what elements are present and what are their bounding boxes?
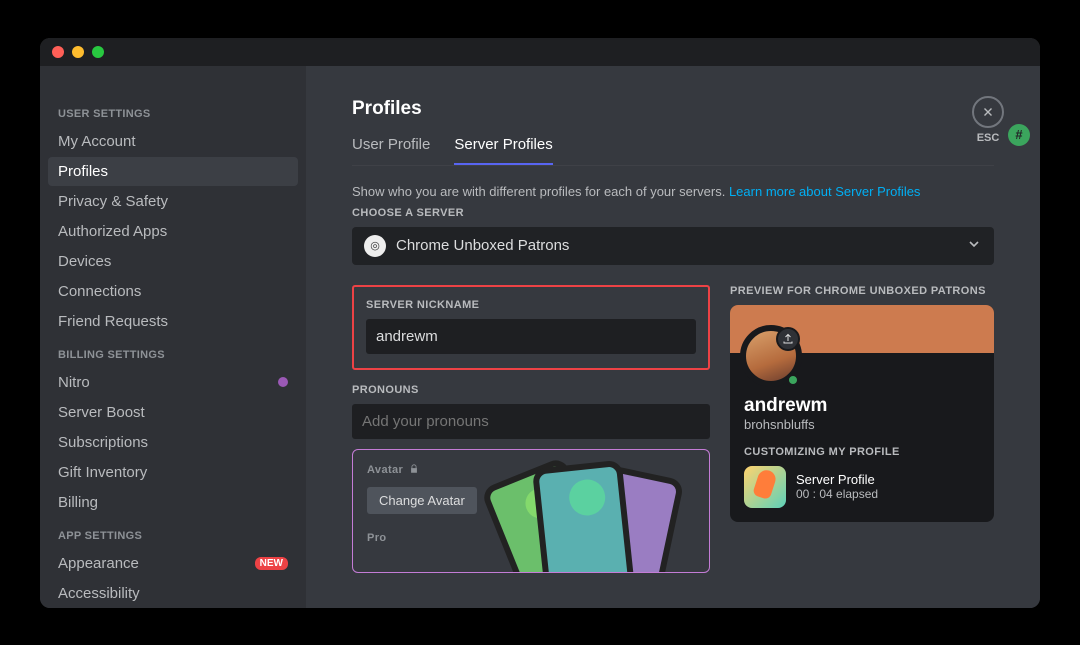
sidebar-item-profiles[interactable]: Profiles (48, 157, 298, 186)
learn-more-link[interactable]: Learn more about Server Profiles (729, 184, 920, 199)
close-label: ESC (972, 132, 1004, 144)
settings-window: User Settings My Account Profiles Privac… (40, 38, 1040, 608)
sidebar-item-label: Server Boost (58, 404, 145, 421)
nitro-avatar-card: Avatar Change Avatar Pro (352, 449, 710, 573)
activity-title: Server Profile (796, 472, 878, 487)
sidebar-item-label: Nitro (58, 374, 90, 391)
sidebar-item-authorized-apps[interactable]: Authorized Apps (48, 217, 298, 246)
sidebar-item-label: Appearance (58, 555, 139, 572)
window-zoom-icon[interactable] (92, 46, 104, 58)
pro-section-label: Pro (367, 532, 387, 544)
sidebar-item-friend-requests[interactable]: Friend Requests (48, 307, 298, 336)
close-x-icon (972, 96, 1004, 128)
status-online-icon (786, 373, 800, 387)
sidebar-item-gift-inventory[interactable]: Gift Inventory (48, 458, 298, 487)
choose-server-label: Choose a server (352, 207, 994, 219)
sidebar-item-appearance[interactable]: Appearance NEW (48, 549, 298, 578)
window-close-icon[interactable] (52, 46, 64, 58)
page-title: Profiles (352, 98, 994, 120)
sidebar-item-label: Devices (58, 253, 111, 270)
sidebar-item-my-account[interactable]: My Account (48, 127, 298, 156)
tab-server-profiles[interactable]: Server Profiles (454, 136, 552, 165)
profile-tabs: User Profile Server Profiles (352, 136, 994, 166)
nitro-lock-icon (409, 464, 419, 477)
chevron-down-icon (966, 236, 982, 256)
nickname-input[interactable] (366, 319, 696, 354)
activity-pencil-icon (744, 466, 786, 508)
preview-username: brohsnbluffs (744, 417, 980, 432)
server-dropdown[interactable]: ◎ Chrome Unboxed Patrons (352, 227, 994, 265)
nitro-indicator-icon (278, 377, 288, 387)
pronouns-input[interactable] (352, 404, 710, 439)
sidebar-item-connections[interactable]: Connections (48, 277, 298, 306)
sidebar-item-privacy-safety[interactable]: Privacy & Safety (48, 187, 298, 216)
preview-activity: Server Profile 00 : 04 elapsed (744, 466, 980, 508)
preview-banner (730, 305, 994, 353)
nickname-label: Server Nickname (366, 299, 696, 311)
sidebar-item-subscriptions[interactable]: Subscriptions (48, 428, 298, 457)
sidebar-item-accessibility[interactable]: Accessibility (48, 579, 298, 608)
server-icon: ◎ (364, 235, 386, 257)
avatar-section-label: Avatar (367, 464, 403, 476)
preview-customizing-label: Customizing my profile (744, 446, 980, 458)
sidebar-group-header: User Settings (48, 88, 298, 126)
sidebar-item-server-boost[interactable]: Server Boost (48, 398, 298, 427)
sidebar-item-devices[interactable]: Devices (48, 247, 298, 276)
sidebar-item-nitro[interactable]: Nitro (48, 368, 298, 397)
close-button[interactable]: ESC (972, 96, 1004, 144)
sidebar-item-label: Accessibility (58, 585, 140, 602)
sidebar-item-label: Friend Requests (58, 313, 168, 330)
sidebar-item-label: Authorized Apps (58, 223, 167, 240)
preview-display-name: andrewm (744, 395, 980, 417)
sidebar-item-label: Connections (58, 283, 141, 300)
window-titlebar (40, 38, 1040, 66)
change-avatar-button[interactable]: Change Avatar (367, 487, 477, 514)
sidebar-item-label: Privacy & Safety (58, 193, 168, 210)
server-dropdown-value: Chrome Unboxed Patrons (396, 237, 569, 254)
activity-elapsed: 00 : 04 elapsed (796, 487, 878, 501)
preview-header: Preview for Chrome Unboxed Patrons (730, 285, 994, 297)
nitro-phones-illustration (509, 478, 679, 573)
helper-text: Show who you are with different profiles… (352, 184, 994, 199)
tab-user-profile[interactable]: User Profile (352, 136, 430, 165)
settings-content: ESC Profiles User Profile Server Profile… (306, 66, 1040, 608)
helper-text-main: Show who you are with different profiles… (352, 184, 729, 199)
window-minimize-icon[interactable] (72, 46, 84, 58)
sidebar-group-header: App Settings (48, 518, 298, 548)
sidebar-item-label: Subscriptions (58, 434, 148, 451)
pronouns-label: Pronouns (352, 384, 710, 396)
new-badge: NEW (255, 557, 288, 570)
sidebar-item-label: Gift Inventory (58, 464, 147, 481)
sidebar-item-label: My Account (58, 133, 136, 150)
upload-avatar-icon (776, 327, 800, 351)
sidebar-item-billing[interactable]: Billing (48, 488, 298, 517)
nickname-highlight: Server Nickname (352, 285, 710, 370)
profile-preview-card: # andrewm brohsnbluffs Customizing my pr… (730, 305, 994, 522)
sidebar-item-label: Billing (58, 494, 98, 511)
sidebar-group-header: Billing Settings (48, 337, 298, 367)
settings-sidebar: User Settings My Account Profiles Privac… (40, 66, 306, 608)
sidebar-item-label: Profiles (58, 163, 108, 180)
